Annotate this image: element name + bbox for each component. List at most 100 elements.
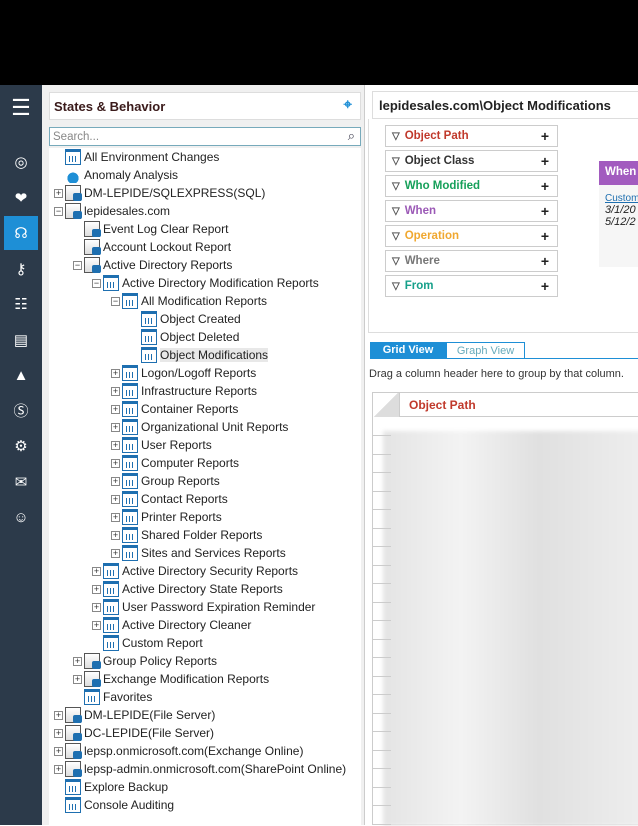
expand-icon[interactable]: +	[92, 584, 101, 594]
tree-item[interactable]: + DM-LEPIDE/SQLEXPRESS(SQL)	[54, 184, 265, 202]
tree-item[interactable]: Explore Backup	[54, 778, 168, 796]
filter-who-modified[interactable]: ▽ Who Modified +	[385, 175, 558, 197]
tree-item[interactable]: − Active Directory Reports	[73, 256, 232, 274]
expand-icon[interactable]: +	[111, 368, 120, 378]
tree-item[interactable]: − lepidesales.com	[54, 202, 170, 220]
grid-row-header[interactable]	[373, 807, 391, 825]
add-filter-icon[interactable]: +	[541, 228, 549, 244]
expand-icon[interactable]: +	[111, 404, 120, 414]
key-icon[interactable]: ⚷	[4, 252, 38, 286]
grid-row-header[interactable]	[373, 418, 391, 436]
tree-item[interactable]: + Active Directory Cleaner	[92, 616, 251, 634]
tree-item[interactable]: Object Created	[130, 310, 241, 328]
expand-icon[interactable]: +	[92, 602, 101, 612]
add-filter-icon[interactable]: +	[541, 128, 549, 144]
grid-row-header[interactable]	[373, 548, 391, 566]
tree-item[interactable]: All Environment Changes	[54, 148, 219, 166]
custom-link[interactable]: Custom	[605, 193, 638, 204]
filter-operation[interactable]: ▽ Operation +	[385, 225, 558, 247]
tree-item[interactable]: + Active Directory State Reports	[92, 580, 283, 598]
tree-item[interactable]: + Active Directory Security Reports	[92, 562, 298, 580]
server-icon[interactable]: ▤	[4, 323, 38, 357]
tree-item[interactable]: Object Modifications	[130, 346, 269, 364]
grid-row-header[interactable]	[373, 437, 391, 455]
grid-row-header[interactable]	[373, 696, 391, 714]
alert-icon[interactable]: ▲	[4, 358, 38, 392]
grid-row-header[interactable]	[373, 492, 391, 510]
expand-icon[interactable]: +	[54, 728, 63, 738]
expand-icon[interactable]: +	[111, 458, 120, 468]
collapse-icon[interactable]: −	[73, 260, 82, 270]
tree-item[interactable]: + Computer Reports	[111, 454, 239, 472]
grid-row-header[interactable]	[373, 751, 391, 769]
tree-item[interactable]: Event Log Clear Report	[73, 220, 228, 238]
tree-item[interactable]: + Group Policy Reports	[73, 652, 217, 670]
expand-icon[interactable]: +	[73, 674, 82, 684]
tree-item[interactable]: + Organizational Unit Reports	[111, 418, 288, 436]
filter-from[interactable]: ▽ From +	[385, 275, 558, 297]
grid-row-header[interactable]	[373, 566, 391, 584]
tree-item[interactable]: + DC-LEPIDE(File Server)	[54, 724, 214, 742]
column-header-object-path[interactable]: Object Path	[409, 398, 476, 412]
grid-row-header[interactable]	[373, 529, 391, 547]
settings-s-icon[interactable]: Ⓢ	[4, 394, 38, 428]
expand-icon[interactable]: +	[111, 440, 120, 450]
grid-row-header[interactable]	[373, 585, 391, 603]
filter-object-path[interactable]: ▽ Object Path +	[385, 125, 558, 147]
collapse-icon[interactable]: −	[54, 206, 63, 216]
expand-icon[interactable]: +	[111, 530, 120, 540]
grid-row-header[interactable]	[373, 474, 391, 492]
collapse-icon[interactable]: −	[92, 278, 101, 288]
tree-item[interactable]: Anomaly Analysis	[54, 166, 178, 184]
tree-item[interactable]: Favorites	[73, 688, 152, 706]
grid-row-header[interactable]	[373, 714, 391, 732]
collapse-icon[interactable]: −	[111, 296, 120, 306]
tree-item[interactable]: + lepsp.onmicrosoft.com(Exchange Online)	[54, 742, 303, 760]
grid-row-header[interactable]	[373, 677, 391, 695]
tree-item[interactable]: − All Modification Reports	[111, 292, 267, 310]
tree-item[interactable]: + Logon/Logoff Reports	[111, 364, 256, 382]
expand-icon[interactable]: +	[111, 494, 120, 504]
grid-row-header[interactable]	[373, 603, 391, 621]
add-filter-icon[interactable]: +	[541, 203, 549, 219]
tab-graph-view[interactable]: Graph View	[446, 342, 525, 359]
expand-icon[interactable]: +	[111, 476, 120, 486]
expand-icon[interactable]: +	[111, 548, 120, 558]
expand-icon[interactable]: +	[73, 656, 82, 666]
grid-row-header[interactable]	[373, 640, 391, 658]
grid-row-header[interactable]	[373, 659, 391, 677]
filter-object-class[interactable]: ▽ Object Class +	[385, 150, 558, 172]
grid-row-header[interactable]	[373, 770, 391, 788]
tree-item[interactable]: + Group Reports	[111, 472, 220, 490]
risk-icon[interactable]: ❤	[4, 181, 38, 215]
tree-item[interactable]: + Sites and Services Reports	[111, 544, 286, 562]
menu-icon[interactable]: ☰	[4, 91, 38, 125]
tree-item[interactable]: Account Lockout Report	[73, 238, 231, 256]
mail-icon[interactable]: ✉	[4, 465, 38, 499]
tree-item[interactable]: + User Password Expiration Reminder	[92, 598, 315, 616]
pin-icon[interactable]: ⌖	[344, 96, 352, 113]
expand-icon[interactable]: +	[92, 620, 101, 630]
tree-item[interactable]: + DM-LEPIDE(File Server)	[54, 706, 215, 724]
filter-when[interactable]: ▽ When +	[385, 200, 558, 222]
directory-icon[interactable]: ☷	[4, 287, 38, 321]
grid-row-header[interactable]	[373, 733, 391, 751]
grid-row-header[interactable]	[373, 788, 391, 806]
tree-item[interactable]: + Infrastructure Reports	[111, 382, 257, 400]
tree-item[interactable]: + User Reports	[111, 436, 212, 454]
expand-icon[interactable]: +	[111, 422, 120, 432]
add-filter-icon[interactable]: +	[541, 178, 549, 194]
tree-item[interactable]: + Shared Folder Reports	[111, 526, 262, 544]
tree-item[interactable]: + Printer Reports	[111, 508, 222, 526]
filter-where[interactable]: ▽ Where +	[385, 250, 558, 272]
grid-row-header[interactable]	[373, 511, 391, 529]
expand-icon[interactable]: +	[54, 746, 63, 756]
expand-icon[interactable]: +	[54, 188, 63, 198]
tree-item[interactable]: − Active Directory Modification Reports	[92, 274, 319, 292]
user-icon[interactable]: ☺	[4, 500, 38, 534]
grid-row-header[interactable]	[373, 622, 391, 640]
tab-grid-view[interactable]: Grid View	[370, 342, 446, 359]
tree-item[interactable]: Console Auditing	[54, 796, 174, 814]
expand-icon[interactable]: +	[111, 512, 120, 522]
search-icon[interactable]: ⌕	[348, 128, 355, 144]
